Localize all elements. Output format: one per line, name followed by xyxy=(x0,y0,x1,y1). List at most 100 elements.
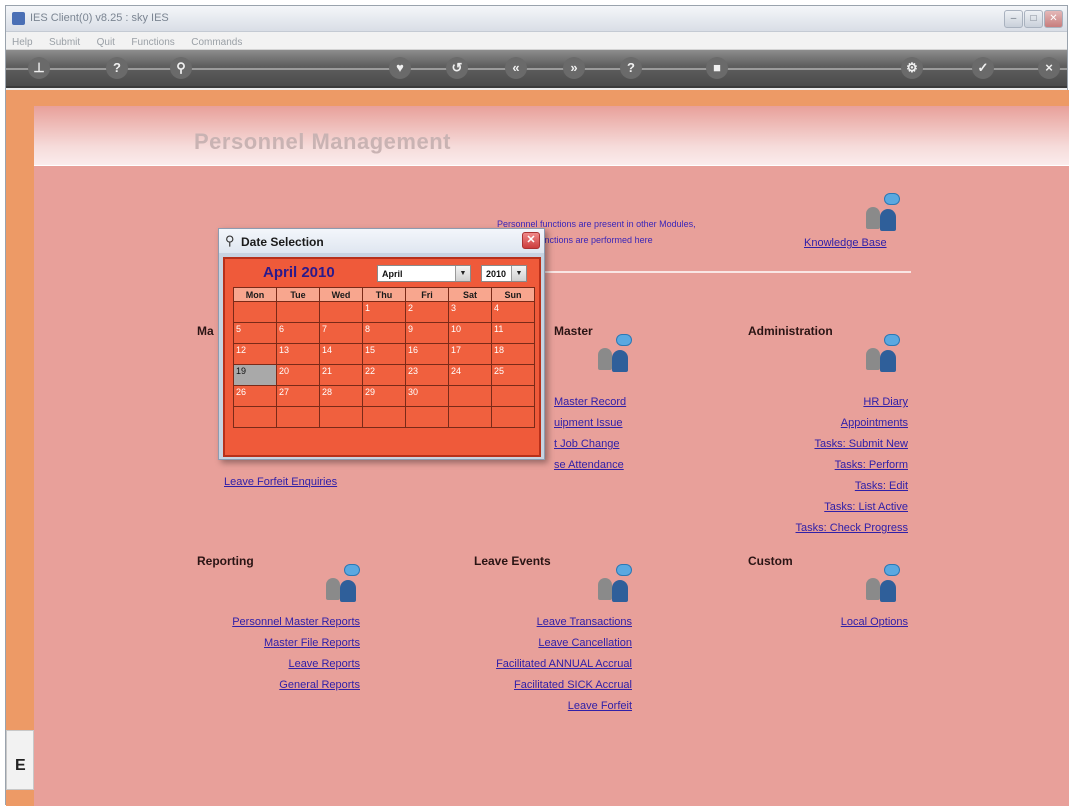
calendar-day[interactable]: 9 xyxy=(405,322,449,344)
calendar-day[interactable]: 29 xyxy=(362,385,406,407)
calendar-day[interactable]: 27 xyxy=(276,385,320,407)
link-appointments[interactable]: Appointments xyxy=(748,417,908,429)
calendar-day[interactable]: 17 xyxy=(448,343,492,365)
dialog-title-bar[interactable]: ⚲ Date Selection ✕ xyxy=(219,229,544,253)
month-select[interactable]: April ▼ xyxy=(377,265,471,282)
weekday-wed: Wed xyxy=(319,287,363,302)
menu-help[interactable]: Help xyxy=(12,37,33,48)
calendar-day[interactable]: 24 xyxy=(448,364,492,386)
calendar-day[interactable]: 6 xyxy=(276,322,320,344)
link-job-change[interactable]: t Job Change xyxy=(554,438,619,450)
chevron-down-icon[interactable]: ▼ xyxy=(455,266,470,281)
settings-icon[interactable]: ⚙ xyxy=(901,57,923,79)
weekday-mon: Mon xyxy=(233,287,277,302)
calendar-day[interactable]: 19 xyxy=(233,364,277,386)
calendar-day xyxy=(319,406,363,428)
menu-functions[interactable]: Functions xyxy=(131,37,174,48)
calendar-day[interactable]: 10 xyxy=(448,322,492,344)
calendar-day xyxy=(276,301,320,323)
year-select[interactable]: 2010 ▼ xyxy=(481,265,527,282)
calendar-day[interactable]: 15 xyxy=(362,343,406,365)
link-equipment-issue[interactable]: uipment Issue xyxy=(554,417,622,429)
calendar-month-label: April 2010 xyxy=(263,264,335,281)
link-tasks-submit-new[interactable]: Tasks: Submit New xyxy=(748,438,908,450)
app-icon xyxy=(12,12,25,25)
date-selection-dialog: ⚲ Date Selection ✕ April 2010 April ▼ 20… xyxy=(218,228,545,460)
calendar-day[interactable]: 5 xyxy=(233,322,277,344)
calendar-day[interactable]: 25 xyxy=(491,364,535,386)
link-leave-forfeit[interactable]: Leave Forfeit xyxy=(434,700,632,712)
window-title: IES Client(0) v8.25 : sky IES xyxy=(30,12,169,24)
section-title-leave-events: Leave Events xyxy=(474,554,551,568)
minimize-button[interactable]: – xyxy=(1004,10,1023,28)
weekday-sun: Sun xyxy=(491,287,535,302)
calendar-day[interactable]: 30 xyxy=(405,385,449,407)
chevron-down-icon[interactable]: ▼ xyxy=(511,266,526,281)
ok-icon[interactable]: ✓ xyxy=(972,57,994,79)
calendar-day xyxy=(362,406,406,428)
year-select-value: 2010 xyxy=(486,269,507,279)
calendar-day[interactable]: 22 xyxy=(362,364,406,386)
calendar: April 2010 April ▼ 2010 ▼ Mon Tue Wed Th… xyxy=(223,257,541,457)
search-icon[interactable]: ⚲ xyxy=(170,57,192,79)
calendar-day[interactable]: 26 xyxy=(233,385,277,407)
calendar-day[interactable]: 16 xyxy=(405,343,449,365)
calendar-day[interactable]: 11 xyxy=(491,322,535,344)
window-close-button[interactable]: ✕ xyxy=(1044,10,1063,28)
calendar-day[interactable]: 8 xyxy=(362,322,406,344)
calendar-day[interactable]: 21 xyxy=(319,364,363,386)
link-attendance[interactable]: se Attendance xyxy=(554,459,624,471)
menu-commands[interactable]: Commands xyxy=(191,37,242,48)
calendar-day[interactable]: 4 xyxy=(491,301,535,323)
link-master-record[interactable]: Master Record xyxy=(554,396,626,408)
help-icon[interactable]: ? xyxy=(106,57,128,79)
link-tasks-perform[interactable]: Tasks: Perform xyxy=(748,459,908,471)
link-facilitated-sick-accrual[interactable]: Facilitated SICK Accrual xyxy=(434,679,632,691)
link-tasks-edit[interactable]: Tasks: Edit xyxy=(748,480,908,492)
link-leave-reports[interactable]: Leave Reports xyxy=(164,658,360,670)
calendar-day[interactable]: 20 xyxy=(276,364,320,386)
link-leave-transactions[interactable]: Leave Transactions xyxy=(434,616,632,628)
maximize-button[interactable]: □ xyxy=(1024,10,1043,28)
calendar-day[interactable]: 7 xyxy=(319,322,363,344)
calendar-grid: Mon Tue Wed Thu Fri Sat Sun 1 2 3 4 5 6 7 8 9 10 1… xyxy=(233,287,535,428)
calendar-day[interactable]: 28 xyxy=(319,385,363,407)
calendar-day xyxy=(405,406,449,428)
link-leave-forfeit-enquiries[interactable]: Leave Forfeit Enquiries xyxy=(224,476,337,488)
link-general-reports[interactable]: General Reports xyxy=(164,679,360,691)
calendar-day[interactable]: 14 xyxy=(319,343,363,365)
stop-icon[interactable]: ■ xyxy=(706,57,728,79)
link-hr-diary[interactable]: HR Diary xyxy=(748,396,908,408)
knowledge-base-link[interactable]: Knowledge Base xyxy=(804,237,887,249)
calendar-week-row: 26 27 28 29 30 xyxy=(233,385,535,407)
link-tasks-check-progress[interactable]: Tasks: Check Progress xyxy=(748,522,908,534)
next-icon[interactable]: » xyxy=(563,57,585,79)
calendar-day[interactable]: 12 xyxy=(233,343,277,365)
link-master-file-reports[interactable]: Master File Reports xyxy=(164,637,360,649)
previous-icon[interactable]: « xyxy=(505,57,527,79)
link-tasks-list-active[interactable]: Tasks: List Active xyxy=(748,501,908,513)
calendar-day[interactable]: 1 xyxy=(362,301,406,323)
section-title-administration: Administration xyxy=(748,324,833,338)
section-title-ma: Ma xyxy=(197,324,214,338)
link-personnel-master-reports[interactable]: Personnel Master Reports xyxy=(164,616,360,628)
menu-quit[interactable]: Quit xyxy=(97,37,115,48)
menu-submit[interactable]: Submit xyxy=(49,37,80,48)
key-icon[interactable]: ⊥ xyxy=(28,57,50,79)
status-panel: E xyxy=(6,730,34,790)
calendar-day[interactable]: 13 xyxy=(276,343,320,365)
calendar-day[interactable]: 23 xyxy=(405,364,449,386)
link-local-options[interactable]: Local Options xyxy=(748,616,908,628)
dialog-close-button[interactable]: ✕ xyxy=(522,232,540,249)
calendar-day[interactable]: 18 xyxy=(491,343,535,365)
undo-icon[interactable]: ↺ xyxy=(446,57,468,79)
calendar-day[interactable]: 2 xyxy=(405,301,449,323)
knowledge-base-icon[interactable] xyxy=(862,193,902,231)
heart-icon[interactable]: ♥ xyxy=(389,57,411,79)
link-leave-cancellation[interactable]: Leave Cancellation xyxy=(434,637,632,649)
calendar-day[interactable]: 3 xyxy=(448,301,492,323)
link-facilitated-annual-accrual[interactable]: Facilitated ANNUAL Accrual xyxy=(434,658,632,670)
info-icon[interactable]: ? xyxy=(620,57,642,79)
calendar-day xyxy=(233,301,277,323)
close-icon[interactable]: × xyxy=(1038,57,1060,79)
